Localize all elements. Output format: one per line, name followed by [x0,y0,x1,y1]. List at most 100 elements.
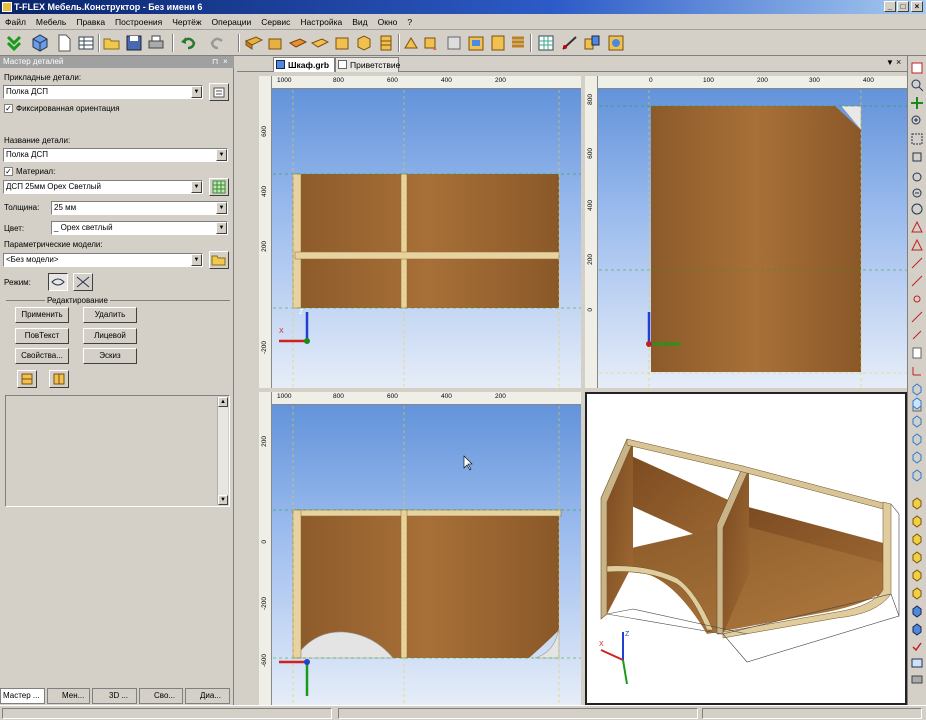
print-icon[interactable] [146,33,166,53]
wireframe-icon[interactable] [910,550,924,564]
light-icon[interactable] [910,622,924,636]
menu-help[interactable]: ? [402,14,417,30]
tab-menu[interactable]: Мен... [47,688,90,704]
dimension-icon[interactable]: = [422,33,442,53]
snap-icon[interactable] [910,220,924,234]
menu-view[interactable]: Вид [347,14,372,30]
thickness-select[interactable]: 25 мм ▼ [51,201,228,215]
viewport-3d[interactable]: Z X [585,392,907,705]
snap-center-icon[interactable] [910,292,924,306]
menu-constructions[interactable]: Построения [110,14,167,30]
applied-parts-select[interactable]: Полка ДСП ▼ [3,85,203,99]
board-icon[interactable] [288,33,308,53]
apply-button[interactable]: Применить [15,307,69,323]
pan-icon[interactable] [910,96,924,110]
scroll-up-icon[interactable]: ▲ [218,397,228,407]
panel-close-icon[interactable]: × [223,56,228,68]
param-models-select[interactable]: <Без модели> ▼ [3,253,203,267]
viewport-front[interactable]: 1000 800 600 400 200 600 400 200 -200 Z … [259,76,581,388]
zoom-out-icon[interactable] [910,186,924,200]
material-checkbox[interactable]: ✓ [4,167,13,176]
chevron-down-icon[interactable]: ▼ [191,181,202,193]
tab-3d[interactable]: 3D ... [92,688,137,704]
menu-window[interactable]: Окно [373,14,403,30]
close-doc-icon[interactable]: × [896,57,901,67]
view-top-icon[interactable] [910,468,924,482]
material-table-button[interactable] [209,178,229,196]
zoom-icon[interactable] [910,78,924,92]
vertical-split-button[interactable] [49,370,69,388]
fixed-orientation-checkbox[interactable]: ✓ [4,104,13,113]
screen-icon[interactable] [910,656,924,670]
material-select[interactable]: ДСП 25мм Орех Светлый ▼ [3,180,203,194]
zoom-in-icon[interactable] [910,114,924,128]
check-icon[interactable] [4,33,24,53]
scroll-down-icon[interactable]: ▼ [218,495,228,505]
cabinet-icon[interactable] [466,33,486,53]
snap-grid-icon[interactable] [910,310,924,324]
pov-text-button[interactable]: ПовТекст [15,328,69,344]
menu-edit[interactable]: Правка [71,14,110,30]
color-select[interactable]: _ Орех светлый ▼ [51,221,228,235]
shaded-icon[interactable] [910,514,924,528]
fit-icon[interactable] [910,132,924,146]
measure-icon[interactable] [560,33,580,53]
hidden-lines-icon[interactable] [910,568,924,582]
tab-properties[interactable]: Сво... [139,688,183,704]
shelf-icon[interactable] [266,33,286,53]
mode-contour-button[interactable] [48,273,68,291]
new-file-icon[interactable] [54,33,74,53]
maximize-button[interactable]: □ [897,1,909,12]
table-icon[interactable] [76,33,96,53]
view-back-icon[interactable] [910,414,924,428]
zoom-window-icon[interactable] [910,61,924,75]
close-button[interactable]: × [911,1,923,12]
shaded-edges-icon[interactable] [910,532,924,546]
part-name-select[interactable]: Полка ДСП ▼ [3,148,228,162]
material-view-icon[interactable] [910,586,924,600]
box-part-icon[interactable] [332,33,352,53]
save-icon[interactable] [124,33,144,53]
browse-library-button[interactable] [209,83,229,101]
stack-boards-icon[interactable] [508,33,528,53]
page-view-icon[interactable] [910,346,924,360]
snap-edge-icon[interactable] [910,256,924,270]
plate-icon[interactable] [310,33,330,53]
menu-operations[interactable]: Операции [207,14,257,30]
drawer-icon[interactable] [444,33,464,53]
tab-cabinet-file[interactable]: Шкаф.grb [273,57,335,72]
menu-furniture[interactable]: Мебель [31,14,71,30]
assembly-icon[interactable] [582,33,602,53]
tabs-menu-icon[interactable]: ▼ [886,58,894,67]
cube-icon[interactable] [354,33,374,53]
sketch-button[interactable]: Эскиз [83,348,137,364]
zoom-previous-icon[interactable] [910,170,924,184]
chevron-down-icon[interactable]: ▼ [191,86,202,98]
camera-icon[interactable] [910,672,924,686]
pin-icon[interactable]: ⊓ [212,56,218,68]
viewport-side[interactable]: 0 100 200 300 400 800 600 400 200 0 [585,76,907,388]
view-left-icon[interactable] [910,432,924,446]
snap-node-icon[interactable] [910,328,924,342]
menu-file[interactable]: Файл [0,14,31,30]
fit-all-icon[interactable] [910,150,924,164]
tab-wizard[interactable]: Мастер ... [0,688,45,704]
cabinet-side-panel[interactable] [651,106,861,372]
param-model-folder-button[interactable] [209,251,229,269]
view-right-icon[interactable] [910,450,924,464]
snap-point-icon[interactable] [910,238,924,252]
viewport-top[interactable]: 1000 800 600 400 200 200 0 -200 -600 [259,392,581,705]
menu-service[interactable]: Сервис [256,14,295,30]
door-icon[interactable] [488,33,508,53]
stack-icon[interactable] [376,33,396,53]
grid-icon[interactable] [536,33,556,53]
redo-icon[interactable] [208,33,228,53]
minimize-button[interactable]: _ [884,1,896,12]
cabinet-front-panel[interactable] [295,174,559,308]
hardware-icon[interactable] [402,33,422,53]
view-iso-icon[interactable] [910,496,924,510]
chevron-down-icon[interactable]: ▼ [191,254,202,266]
snap-face-icon[interactable] [910,274,924,288]
orbit-icon[interactable] [910,202,924,216]
delete-button[interactable]: Удалить [83,307,137,323]
